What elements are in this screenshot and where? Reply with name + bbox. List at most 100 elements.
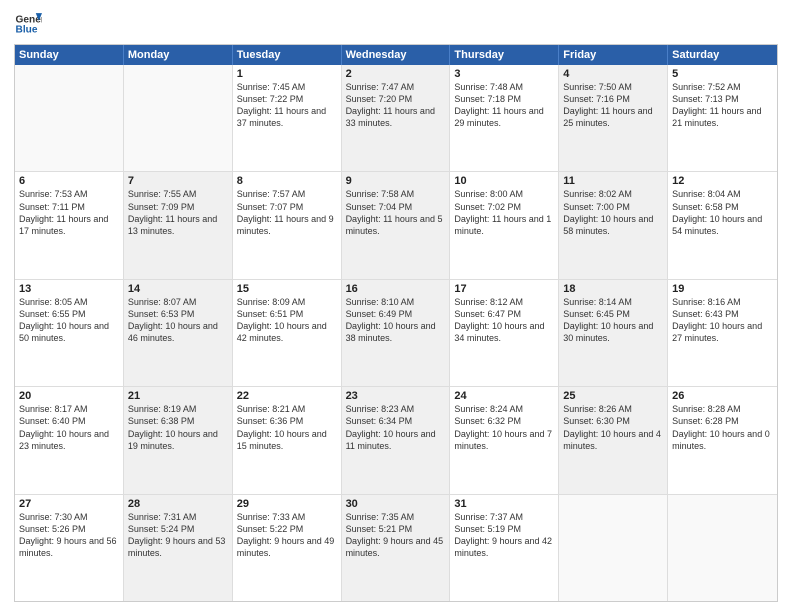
cell-info: Sunrise: 8:28 AMSunset: 6:28 PMDaylight:…: [672, 403, 773, 452]
day-cell-17: 17Sunrise: 8:12 AMSunset: 6:47 PMDayligh…: [450, 280, 559, 386]
cell-info: Sunrise: 7:57 AMSunset: 7:07 PMDaylight:…: [237, 188, 337, 237]
day-number: 20: [19, 390, 119, 402]
cell-info: Sunrise: 7:35 AMSunset: 5:21 PMDaylight:…: [346, 511, 446, 560]
empty-cell: [668, 495, 777, 601]
header-day-saturday: Saturday: [668, 45, 777, 65]
cell-info: Sunrise: 8:23 AMSunset: 6:34 PMDaylight:…: [346, 403, 446, 452]
cell-info: Sunrise: 8:17 AMSunset: 6:40 PMDaylight:…: [19, 403, 119, 452]
day-cell-10: 10Sunrise: 8:00 AMSunset: 7:02 PMDayligh…: [450, 172, 559, 278]
day-number: 31: [454, 498, 554, 510]
day-cell-25: 25Sunrise: 8:26 AMSunset: 6:30 PMDayligh…: [559, 387, 668, 493]
cell-info: Sunrise: 7:47 AMSunset: 7:20 PMDaylight:…: [346, 81, 446, 130]
day-cell-29: 29Sunrise: 7:33 AMSunset: 5:22 PMDayligh…: [233, 495, 342, 601]
day-number: 4: [563, 68, 663, 80]
cell-info: Sunrise: 8:05 AMSunset: 6:55 PMDaylight:…: [19, 296, 119, 345]
day-cell-9: 9Sunrise: 7:58 AMSunset: 7:04 PMDaylight…: [342, 172, 451, 278]
calendar-body: 1Sunrise: 7:45 AMSunset: 7:22 PMDaylight…: [15, 65, 777, 601]
cell-info: Sunrise: 7:45 AMSunset: 7:22 PMDaylight:…: [237, 81, 337, 130]
day-number: 18: [563, 283, 663, 295]
day-cell-27: 27Sunrise: 7:30 AMSunset: 5:26 PMDayligh…: [15, 495, 124, 601]
day-cell-26: 26Sunrise: 8:28 AMSunset: 6:28 PMDayligh…: [668, 387, 777, 493]
cell-info: Sunrise: 7:30 AMSunset: 5:26 PMDaylight:…: [19, 511, 119, 560]
day-number: 2: [346, 68, 446, 80]
page-header: General Blue: [14, 10, 778, 38]
day-cell-20: 20Sunrise: 8:17 AMSunset: 6:40 PMDayligh…: [15, 387, 124, 493]
day-cell-31: 31Sunrise: 7:37 AMSunset: 5:19 PMDayligh…: [450, 495, 559, 601]
cell-info: Sunrise: 8:16 AMSunset: 6:43 PMDaylight:…: [672, 296, 773, 345]
day-number: 30: [346, 498, 446, 510]
cell-info: Sunrise: 7:33 AMSunset: 5:22 PMDaylight:…: [237, 511, 337, 560]
day-cell-23: 23Sunrise: 8:23 AMSunset: 6:34 PMDayligh…: [342, 387, 451, 493]
day-cell-3: 3Sunrise: 7:48 AMSunset: 7:18 PMDaylight…: [450, 65, 559, 171]
day-number: 13: [19, 283, 119, 295]
cell-info: Sunrise: 7:58 AMSunset: 7:04 PMDaylight:…: [346, 188, 446, 237]
day-cell-16: 16Sunrise: 8:10 AMSunset: 6:49 PMDayligh…: [342, 280, 451, 386]
cell-info: Sunrise: 7:50 AMSunset: 7:16 PMDaylight:…: [563, 81, 663, 130]
cell-info: Sunrise: 7:48 AMSunset: 7:18 PMDaylight:…: [454, 81, 554, 130]
header-day-tuesday: Tuesday: [233, 45, 342, 65]
day-number: 21: [128, 390, 228, 402]
cell-info: Sunrise: 8:04 AMSunset: 6:58 PMDaylight:…: [672, 188, 773, 237]
day-cell-15: 15Sunrise: 8:09 AMSunset: 6:51 PMDayligh…: [233, 280, 342, 386]
calendar-row-1: 1Sunrise: 7:45 AMSunset: 7:22 PMDaylight…: [15, 65, 777, 172]
empty-cell: [559, 495, 668, 601]
header-day-wednesday: Wednesday: [342, 45, 451, 65]
day-cell-12: 12Sunrise: 8:04 AMSunset: 6:58 PMDayligh…: [668, 172, 777, 278]
day-number: 28: [128, 498, 228, 510]
header-day-sunday: Sunday: [15, 45, 124, 65]
day-number: 26: [672, 390, 773, 402]
day-number: 29: [237, 498, 337, 510]
day-cell-13: 13Sunrise: 8:05 AMSunset: 6:55 PMDayligh…: [15, 280, 124, 386]
day-number: 6: [19, 175, 119, 187]
day-number: 24: [454, 390, 554, 402]
header-day-thursday: Thursday: [450, 45, 559, 65]
cell-info: Sunrise: 8:12 AMSunset: 6:47 PMDaylight:…: [454, 296, 554, 345]
empty-cell: [15, 65, 124, 171]
cell-info: Sunrise: 7:37 AMSunset: 5:19 PMDaylight:…: [454, 511, 554, 560]
day-number: 10: [454, 175, 554, 187]
day-number: 22: [237, 390, 337, 402]
day-number: 23: [346, 390, 446, 402]
day-number: 3: [454, 68, 554, 80]
header-day-monday: Monday: [124, 45, 233, 65]
calendar-row-5: 27Sunrise: 7:30 AMSunset: 5:26 PMDayligh…: [15, 495, 777, 601]
day-number: 5: [672, 68, 773, 80]
day-cell-19: 19Sunrise: 8:16 AMSunset: 6:43 PMDayligh…: [668, 280, 777, 386]
day-cell-6: 6Sunrise: 7:53 AMSunset: 7:11 PMDaylight…: [15, 172, 124, 278]
day-cell-1: 1Sunrise: 7:45 AMSunset: 7:22 PMDaylight…: [233, 65, 342, 171]
calendar: SundayMondayTuesdayWednesdayThursdayFrid…: [14, 44, 778, 602]
header-day-friday: Friday: [559, 45, 668, 65]
day-number: 9: [346, 175, 446, 187]
day-cell-14: 14Sunrise: 8:07 AMSunset: 6:53 PMDayligh…: [124, 280, 233, 386]
day-cell-18: 18Sunrise: 8:14 AMSunset: 6:45 PMDayligh…: [559, 280, 668, 386]
cell-info: Sunrise: 8:02 AMSunset: 7:00 PMDaylight:…: [563, 188, 663, 237]
day-number: 14: [128, 283, 228, 295]
cell-info: Sunrise: 8:24 AMSunset: 6:32 PMDaylight:…: [454, 403, 554, 452]
cell-info: Sunrise: 8:26 AMSunset: 6:30 PMDaylight:…: [563, 403, 663, 452]
cell-info: Sunrise: 8:21 AMSunset: 6:36 PMDaylight:…: [237, 403, 337, 452]
svg-text:Blue: Blue: [16, 25, 38, 36]
day-number: 8: [237, 175, 337, 187]
cell-info: Sunrise: 7:55 AMSunset: 7:09 PMDaylight:…: [128, 188, 228, 237]
day-cell-28: 28Sunrise: 7:31 AMSunset: 5:24 PMDayligh…: [124, 495, 233, 601]
day-number: 17: [454, 283, 554, 295]
day-cell-24: 24Sunrise: 8:24 AMSunset: 6:32 PMDayligh…: [450, 387, 559, 493]
day-number: 15: [237, 283, 337, 295]
calendar-row-2: 6Sunrise: 7:53 AMSunset: 7:11 PMDaylight…: [15, 172, 777, 279]
day-cell-21: 21Sunrise: 8:19 AMSunset: 6:38 PMDayligh…: [124, 387, 233, 493]
cell-info: Sunrise: 8:19 AMSunset: 6:38 PMDaylight:…: [128, 403, 228, 452]
day-cell-7: 7Sunrise: 7:55 AMSunset: 7:09 PMDaylight…: [124, 172, 233, 278]
day-cell-8: 8Sunrise: 7:57 AMSunset: 7:07 PMDaylight…: [233, 172, 342, 278]
cell-info: Sunrise: 7:31 AMSunset: 5:24 PMDaylight:…: [128, 511, 228, 560]
day-cell-5: 5Sunrise: 7:52 AMSunset: 7:13 PMDaylight…: [668, 65, 777, 171]
day-number: 19: [672, 283, 773, 295]
day-number: 11: [563, 175, 663, 187]
calendar-header: SundayMondayTuesdayWednesdayThursdayFrid…: [15, 45, 777, 65]
day-number: 27: [19, 498, 119, 510]
day-cell-30: 30Sunrise: 7:35 AMSunset: 5:21 PMDayligh…: [342, 495, 451, 601]
calendar-row-3: 13Sunrise: 8:05 AMSunset: 6:55 PMDayligh…: [15, 280, 777, 387]
day-cell-11: 11Sunrise: 8:02 AMSunset: 7:00 PMDayligh…: [559, 172, 668, 278]
cell-info: Sunrise: 8:00 AMSunset: 7:02 PMDaylight:…: [454, 188, 554, 237]
day-cell-4: 4Sunrise: 7:50 AMSunset: 7:16 PMDaylight…: [559, 65, 668, 171]
cell-info: Sunrise: 8:14 AMSunset: 6:45 PMDaylight:…: [563, 296, 663, 345]
